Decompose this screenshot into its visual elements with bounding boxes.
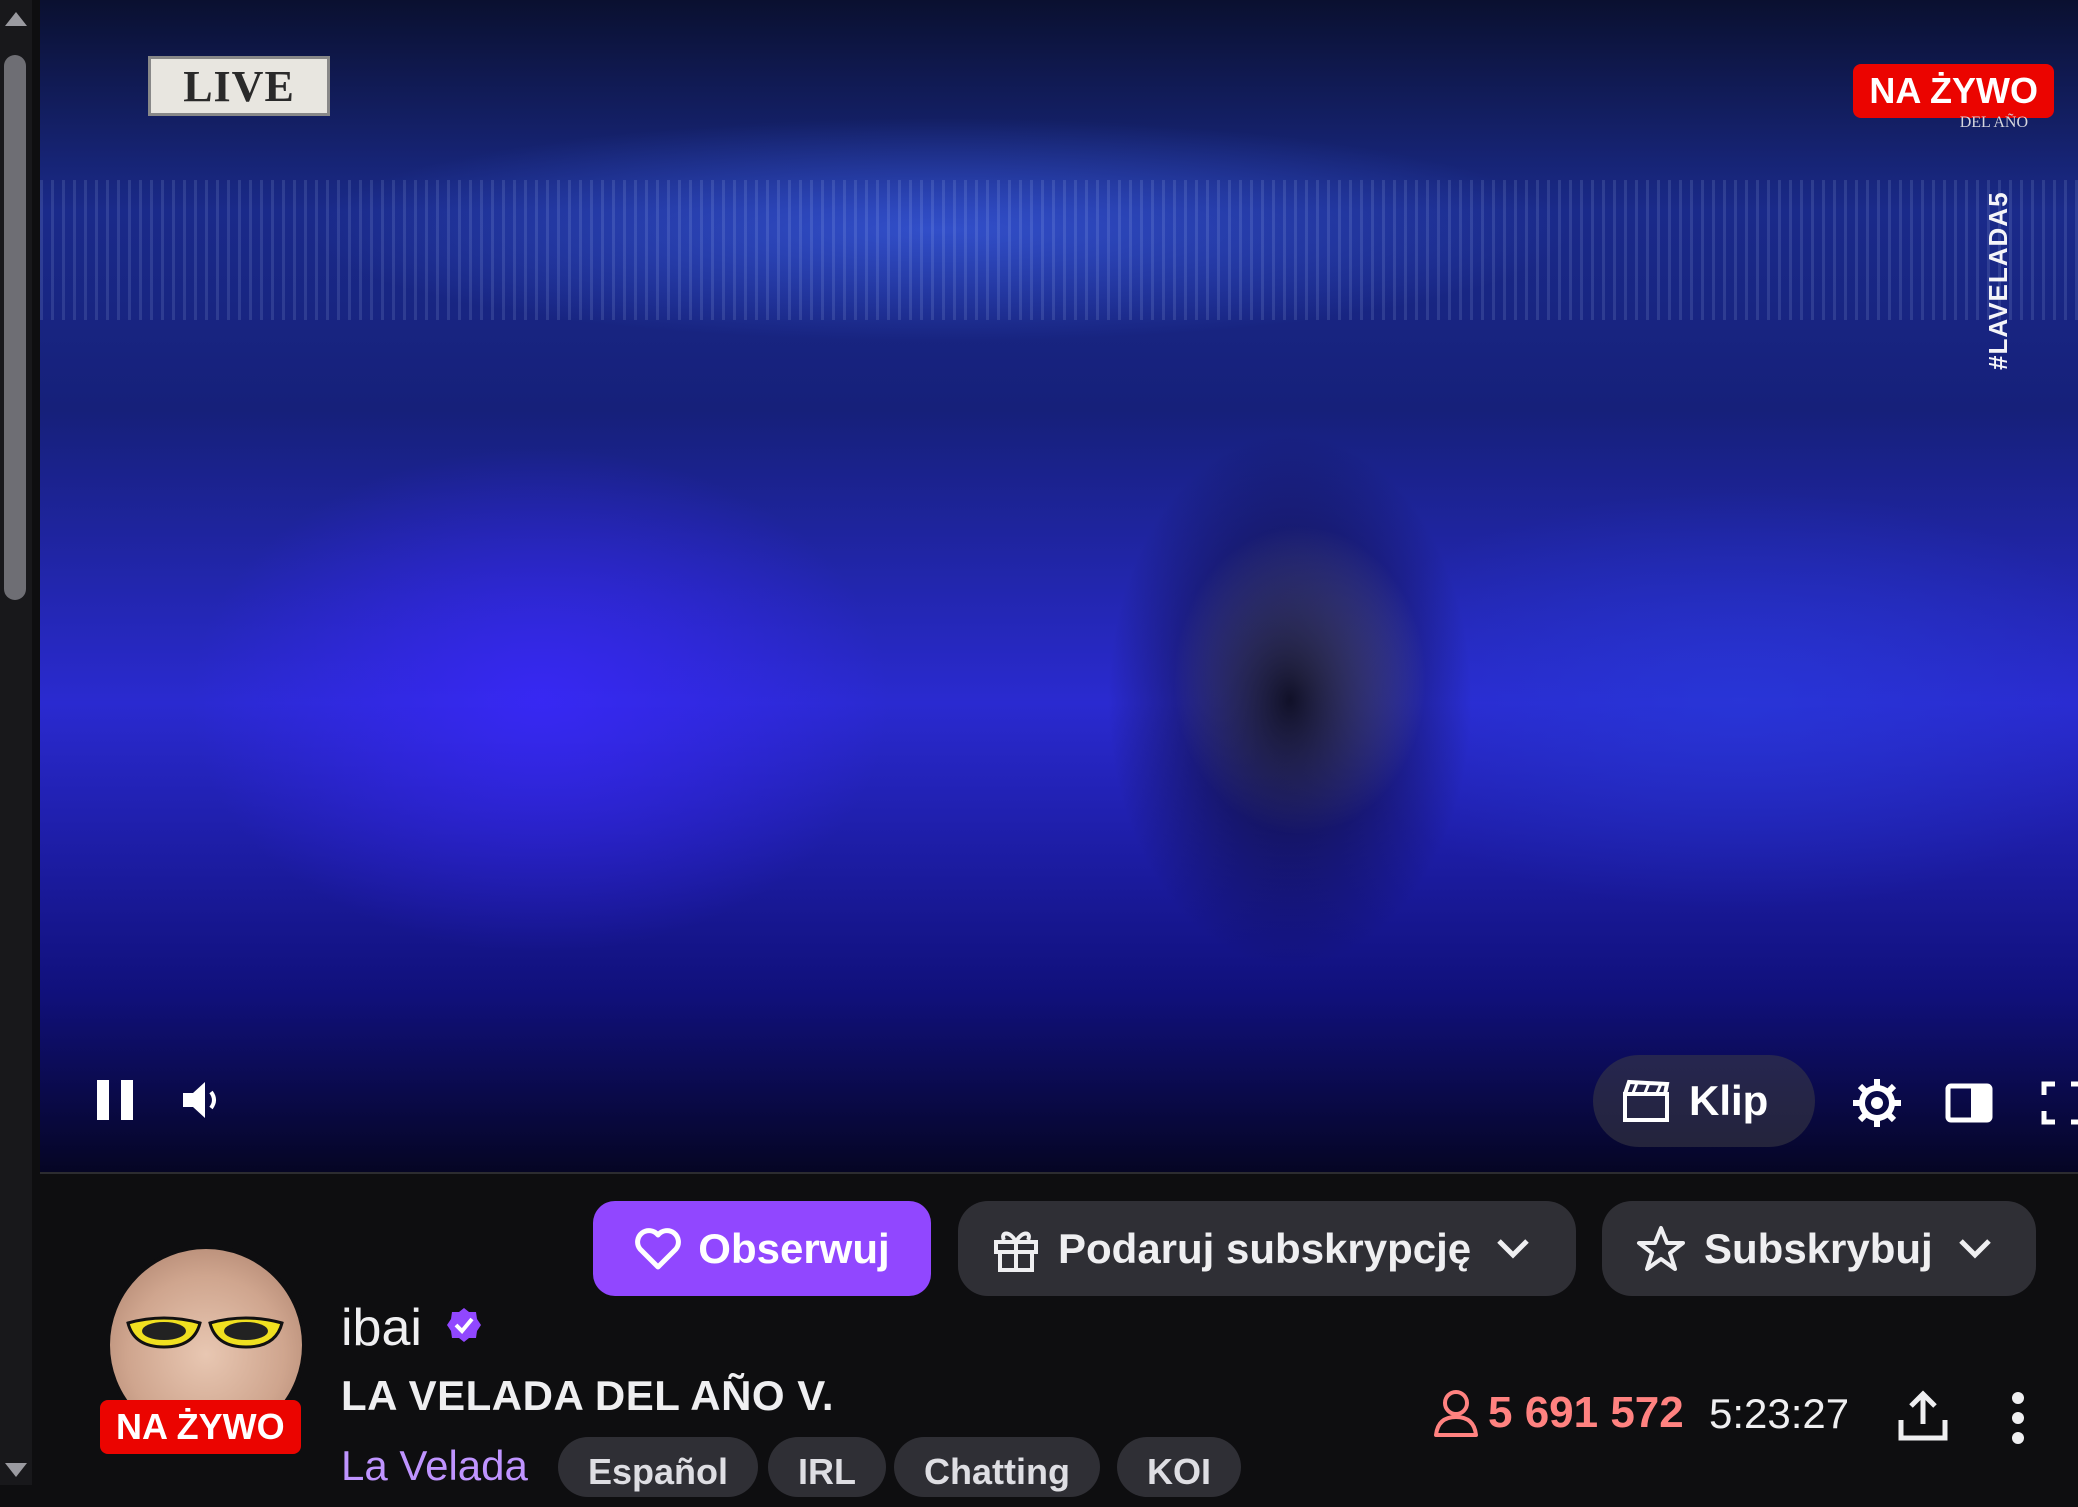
scroll-thumb[interactable]	[4, 55, 26, 600]
clip-icon	[1623, 1079, 1670, 1122]
viewers-icon	[1434, 1390, 1478, 1437]
follow-button[interactable]: Obserwuj	[593, 1201, 931, 1296]
tag-chatting[interactable]: Chatting	[894, 1437, 1100, 1497]
gift-subscription-label: Podaruj subskrypcję	[1058, 1224, 1472, 1272]
video-player[interactable]: LIVE NA ŻYWO DEL AÑO #LAVELADA5 Klip	[40, 0, 2078, 1172]
volume-button[interactable]	[175, 1075, 225, 1125]
settings-button[interactable]	[1848, 1074, 1906, 1132]
theater-mode-icon	[1945, 1083, 1993, 1123]
clip-label: Klip	[1689, 1077, 1769, 1124]
category-link[interactable]: La Velada	[341, 1442, 528, 1490]
chevron-down-icon	[1958, 1238, 1991, 1259]
settings-icon	[1853, 1079, 1901, 1127]
follow-label: Obserwuj	[698, 1224, 890, 1272]
tag-espanol[interactable]: Español	[558, 1437, 759, 1497]
fullscreen-icon	[2041, 1081, 2078, 1125]
heart-icon	[635, 1227, 682, 1269]
subscribe-button[interactable]: Subskrybuj	[1602, 1201, 2036, 1296]
tag-irl[interactable]: IRL	[768, 1437, 886, 1497]
volume-icon	[183, 1082, 216, 1118]
page-scrollbar[interactable]	[0, 0, 32, 1485]
gift-icon	[994, 1231, 1038, 1272]
tag-koi[interactable]: KOI	[1117, 1437, 1242, 1497]
fullscreen-button[interactable]	[2040, 1080, 2078, 1126]
viewer-count: 5 691 572	[1488, 1388, 1684, 1437]
star-icon	[1637, 1225, 1685, 1271]
verified-icon	[447, 1308, 481, 1342]
share-icon	[1898, 1390, 1948, 1441]
clip-button[interactable]: Klip	[1593, 1055, 1815, 1147]
chevron-down-icon	[1497, 1238, 1529, 1259]
more-options-button[interactable]	[2000, 1390, 2036, 1446]
avatar-live-badge: NA ŻYWO	[100, 1400, 301, 1454]
event-hashtag: #LAVELADA5	[1983, 191, 2013, 370]
pause-icon	[97, 1080, 133, 1120]
player-live-badge: NA ŻYWO	[1853, 64, 2054, 118]
player-divider	[40, 1172, 2078, 1174]
event-corner-logo: DEL AÑO	[1959, 114, 2028, 131]
stream-uptime: 5:23:27	[1709, 1390, 1850, 1437]
scroll-down-arrow-icon[interactable]	[5, 1463, 27, 1477]
share-button[interactable]	[1895, 1388, 1951, 1444]
channel-name[interactable]: ibai	[341, 1298, 422, 1358]
stream-title: LA VELADA DEL AÑO V.	[341, 1372, 835, 1419]
scroll-up-arrow-icon[interactable]	[5, 12, 27, 26]
pause-button[interactable]	[90, 1075, 140, 1125]
more-vertical-icon	[2012, 1392, 2024, 1444]
stadium-stands	[40, 180, 2078, 320]
gift-subscription-button[interactable]: Podaruj subskrypcję	[958, 1201, 1576, 1296]
broadcast-live-logo: LIVE	[148, 56, 330, 116]
theater-mode-button[interactable]	[1943, 1080, 1995, 1126]
viewer-count-display: 5 691 572	[1432, 1387, 1684, 1439]
subscribe-label: Subskrybuj	[1704, 1224, 1933, 1272]
avatar-glasses-graphic	[126, 1316, 284, 1349]
